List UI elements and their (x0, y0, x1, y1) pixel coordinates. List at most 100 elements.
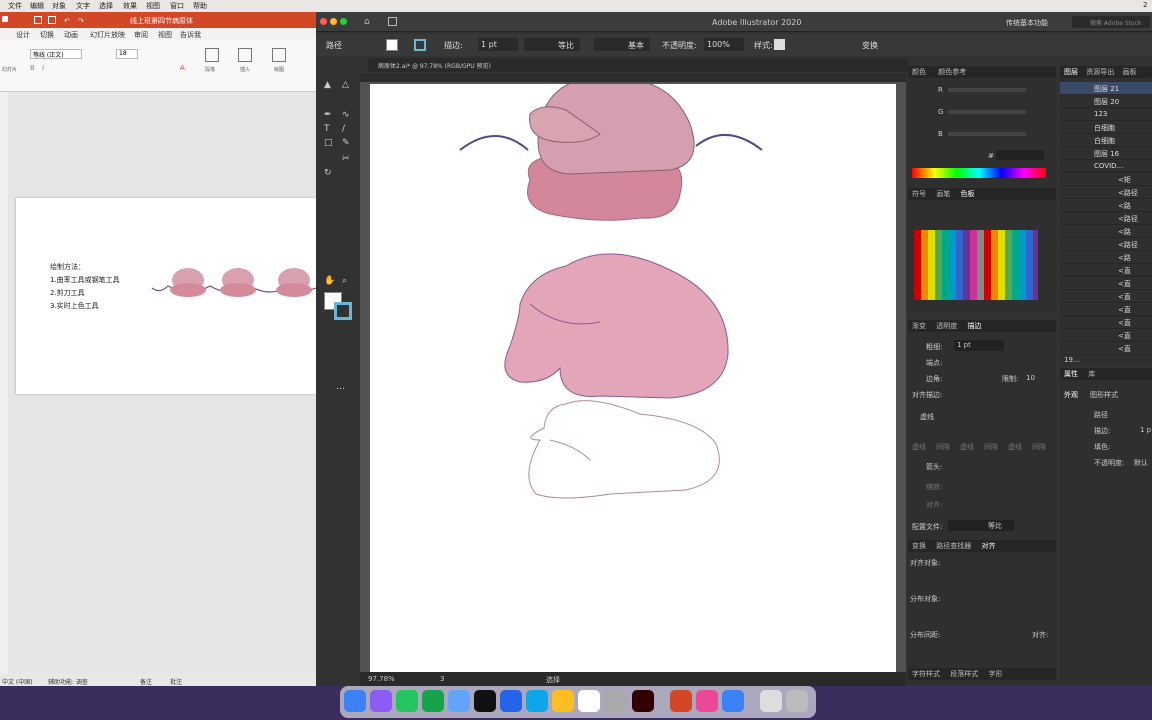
layer-row[interactable]: 123 (1060, 108, 1152, 121)
sublayer-row[interactable]: <直 (1060, 290, 1152, 303)
hand-tool-icon[interactable]: ✋ (324, 276, 335, 286)
more-tools-icon[interactable]: … (336, 382, 345, 392)
line-tool-icon[interactable]: / (342, 124, 345, 134)
pen-tool-icon[interactable]: ✒ (324, 110, 332, 120)
notion-icon[interactable] (578, 690, 600, 712)
artboard-number[interactable]: 3 (440, 675, 444, 683)
tab-design[interactable]: 设计 (16, 30, 30, 40)
trash-icon[interactable] (786, 690, 808, 712)
zoom-level[interactable]: 97.78% (368, 675, 395, 683)
tab-gradient[interactable]: 渐变 (912, 322, 926, 330)
font-size-select[interactable]: 18 (116, 49, 138, 59)
undo-icon[interactable]: ↶ (64, 17, 70, 25)
g-slider[interactable] (948, 110, 1026, 114)
bold-icon[interactable]: B (30, 64, 35, 72)
menu-file[interactable]: 文件 (8, 1, 22, 11)
tab-swatches[interactable]: 色板 (960, 190, 974, 198)
menu-select[interactable]: 选择 (99, 1, 113, 11)
sublayer-row[interactable]: <路 (1060, 251, 1152, 264)
fill-swatch[interactable] (386, 39, 398, 51)
tab-artboards[interactable]: 画板 (1122, 68, 1136, 76)
documents-folder-icon[interactable] (760, 690, 782, 712)
redo-icon[interactable]: ↷ (78, 17, 84, 25)
limit-field[interactable]: 10 (1026, 374, 1035, 382)
tab-view[interactable]: 视图 (158, 30, 172, 40)
sublayer-row[interactable]: <矩 (1060, 173, 1152, 186)
stroke-swatch[interactable] (414, 39, 426, 51)
stroke-color-icon[interactable] (334, 302, 352, 320)
sublayer-row[interactable]: <直 (1060, 264, 1152, 277)
menu-window[interactable]: 窗口 (170, 1, 184, 11)
swatch-grid[interactable] (914, 230, 1038, 300)
appearance-opacity[interactable]: 不透明度: (1094, 458, 1124, 468)
tab-stroke[interactable]: 描边 (967, 322, 981, 330)
notes-app-icon[interactable] (604, 690, 626, 712)
chat-app-icon[interactable] (448, 690, 470, 712)
menu-object[interactable]: 对象 (52, 1, 66, 11)
layer-row[interactable]: 图层 20 (1060, 95, 1152, 108)
stock-search-input[interactable]: 搜索 Adobe Stock (1072, 16, 1150, 28)
tab-properties[interactable]: 属性 (1064, 370, 1078, 378)
layer-row[interactable]: COVID... (1060, 160, 1152, 173)
tab-color[interactable]: 颜色 (912, 68, 926, 76)
dashed-line-checkbox[interactable]: 虚线 (920, 412, 934, 422)
tab-symbols[interactable]: 符号 (912, 190, 926, 198)
launchpad-icon[interactable] (370, 690, 392, 712)
direct-selection-tool-icon[interactable]: △ (342, 80, 349, 90)
mail-app-icon[interactable] (500, 690, 522, 712)
workspace-switcher[interactable]: 传统基本功能 (1006, 18, 1048, 28)
menu-help[interactable]: 帮助 (193, 1, 207, 11)
graphic-style-swatch[interactable] (774, 39, 785, 50)
font-name-select[interactable]: 等线 (正文) (30, 49, 82, 59)
sublayer-row[interactable]: <路径 (1060, 238, 1152, 251)
variable-width-profile[interactable]: 等比 (524, 38, 580, 51)
hex-input[interactable] (996, 150, 1044, 160)
layer-row[interactable]: 白细胞 (1060, 121, 1152, 134)
curvature-tool-icon[interactable]: ∿ (342, 110, 350, 120)
zoom-tool-icon[interactable]: ⌕ (342, 276, 347, 286)
tab-glyphs[interactable]: 字形 (988, 670, 1002, 678)
appearance-fill[interactable]: 填色: (1094, 442, 1110, 452)
tasks-app-icon[interactable] (552, 690, 574, 712)
scissors-tool-icon[interactable]: ✂ (342, 154, 350, 164)
artboard[interactable] (370, 77, 896, 680)
tab-brushes[interactable]: 画笔 (936, 190, 950, 198)
home-icon[interactable]: ⌂ (364, 17, 370, 27)
type-tool-icon[interactable]: T (324, 124, 330, 134)
draw-icon[interactable] (272, 48, 286, 62)
tab-transparency[interactable]: 透明度 (936, 322, 957, 330)
maximize-window-button[interactable] (340, 18, 347, 25)
powerpoint-dock-icon[interactable] (670, 690, 692, 712)
slide[interactable]: 绘制方法： 1.曲率工具或钢笔工具 2.剪刀工具 3.实时上色工具 (16, 198, 316, 394)
close-window-button[interactable] (320, 18, 327, 25)
slides-app-icon[interactable] (696, 690, 718, 712)
tab-char-styles[interactable]: 字符样式 (912, 670, 940, 678)
tab-tell-me[interactable]: 告诉我 (180, 30, 201, 40)
tab-para-styles[interactable]: 段落样式 (950, 670, 978, 678)
r-slider[interactable] (948, 88, 1026, 92)
comments-button[interactable]: 批注 (170, 677, 182, 686)
b-slider[interactable] (948, 132, 1026, 136)
downloads-app-icon[interactable] (722, 690, 744, 712)
tab-review[interactable]: 审阅 (134, 30, 148, 40)
browser-app-icon[interactable] (526, 690, 548, 712)
notes-button[interactable]: 备注 (140, 677, 152, 686)
profile-select[interactable]: 等比 (948, 520, 1014, 531)
tab-animations[interactable]: 动画 (64, 30, 78, 40)
tab-libraries[interactable]: 库 (1088, 370, 1095, 378)
sublayer-row[interactable]: <直 (1060, 342, 1152, 355)
sublayer-row[interactable]: <路径 (1060, 212, 1152, 225)
menu-edit[interactable]: 编辑 (30, 1, 44, 11)
brush-definition[interactable]: 基本 (594, 38, 650, 51)
layer-row[interactable]: 图层 16 (1060, 147, 1152, 160)
sublayer-row[interactable]: <直 (1060, 316, 1152, 329)
tab-layers[interactable]: 图层 (1064, 68, 1078, 76)
paintbrush-tool-icon[interactable]: ✎ (342, 138, 350, 148)
illustrator-dock-icon[interactable] (632, 690, 654, 712)
finder-icon[interactable] (344, 690, 366, 712)
wechat-icon[interactable] (422, 690, 444, 712)
menu-type[interactable]: 文字 (76, 1, 90, 11)
rotate-tool-icon[interactable]: ↻ (324, 168, 332, 178)
sublayer-row[interactable]: <路 (1060, 199, 1152, 212)
transform-link[interactable]: 变换 (862, 40, 878, 51)
